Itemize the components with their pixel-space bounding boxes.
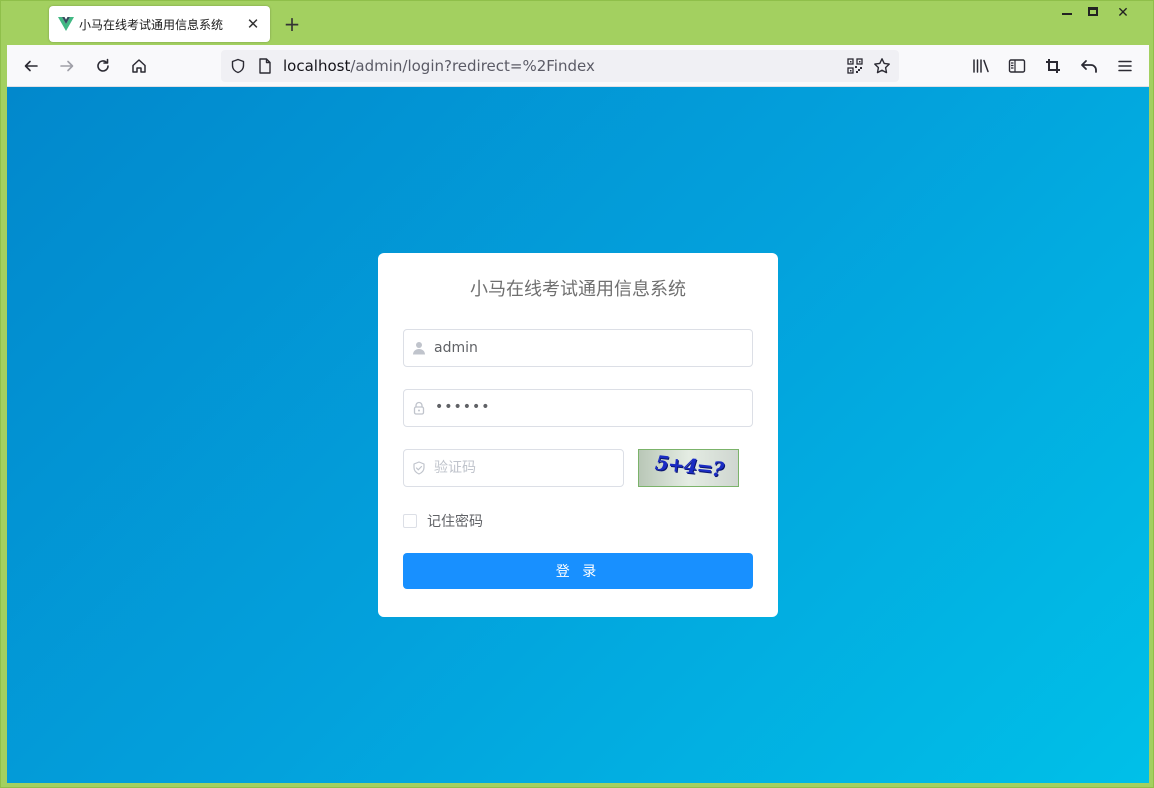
shield-icon (413, 461, 425, 475)
remember-checkbox[interactable] (403, 514, 417, 528)
undo-icon[interactable] (1077, 54, 1101, 78)
bookmark-star-icon[interactable] (873, 57, 891, 79)
captcha-field[interactable] (403, 449, 624, 487)
forward-icon[interactable] (55, 54, 79, 78)
login-title: 小马在线考试通用信息系统 (470, 279, 686, 300)
url-text[interactable]: localhost/admin/login?redirect=%2Findex (283, 57, 595, 75)
username-field[interactable] (403, 329, 753, 367)
window-close-icon[interactable]: ✕ (1111, 5, 1135, 21)
back-icon[interactable] (19, 54, 43, 78)
browser-tab[interactable]: 小马在线考试通用信息系统 ✕ (49, 6, 270, 42)
password-field[interactable]: •••••• (403, 389, 753, 427)
reload-icon[interactable] (91, 54, 115, 78)
remember-password[interactable]: 记住密码 (403, 511, 483, 531)
library-icon[interactable] (969, 54, 993, 78)
page-content: 小马在线考试通用信息系统 •••••• (7, 87, 1149, 783)
url-bar[interactable]: localhost/admin/login?redirect=%2Findex (221, 50, 899, 82)
sidebar-icon[interactable] (1005, 54, 1029, 78)
password-input[interactable]: •••••• (435, 399, 491, 415)
lock-icon (413, 401, 425, 415)
browser-window: 小马在线考试通用信息系统 ✕ + ✕ localhost/admin/login… (0, 0, 1154, 788)
user-icon (413, 342, 425, 355)
url-host: localhost (283, 57, 351, 75)
new-tab-icon[interactable]: + (281, 13, 303, 35)
login-button[interactable]: 登 录 (403, 553, 753, 589)
screenshot-crop-icon[interactable] (1041, 54, 1065, 78)
tab-title: 小马在线考试通用信息系统 (79, 18, 224, 32)
username-input[interactable] (434, 330, 744, 366)
maximize-icon[interactable] (1081, 5, 1105, 21)
login-card: 小马在线考试通用信息系统 •••••• (378, 253, 778, 617)
navigation-bar: localhost/admin/login?redirect=%2Findex (7, 45, 1149, 87)
url-path: /admin/login?redirect=%2Findex (350, 57, 595, 75)
close-tab-icon[interactable]: ✕ (244, 15, 262, 33)
menu-icon[interactable] (1113, 54, 1137, 78)
captcha-text: 5+4=? (653, 450, 725, 482)
page-icon (258, 58, 272, 78)
remember-label: 记住密码 (427, 514, 483, 530)
vue-logo-icon (58, 17, 74, 31)
qr-code-icon[interactable] (847, 58, 863, 78)
captcha-input[interactable] (434, 450, 615, 486)
tab-strip: 小马在线考试通用信息系统 ✕ + ✕ (1, 1, 1154, 45)
home-icon[interactable] (127, 54, 151, 78)
shield-icon[interactable] (230, 58, 246, 78)
minimize-icon[interactable] (1055, 5, 1079, 21)
captcha-image[interactable]: 5+4=? (638, 449, 739, 487)
